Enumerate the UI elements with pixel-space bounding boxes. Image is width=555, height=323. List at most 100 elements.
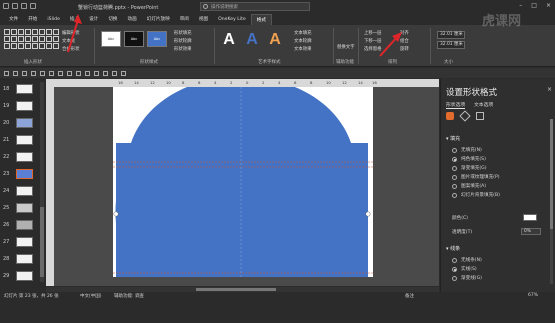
- thumbnail-20[interactable]: 20: [3, 117, 41, 130]
- close-icon[interactable]: ×: [546, 2, 551, 9]
- notes-button[interactable]: 备注: [405, 293, 414, 299]
- size-properties-icon[interactable]: [476, 112, 484, 120]
- shape-style-1[interactable]: Abc: [101, 31, 121, 47]
- tab-islide[interactable]: iSlide: [42, 14, 65, 25]
- thumbnail-21[interactable]: 21: [3, 134, 41, 147]
- tab-onekey[interactable]: OneKey Lite: [213, 14, 251, 25]
- fill-option-none[interactable]: 无填充(N): [452, 147, 482, 153]
- fill-option-gradient[interactable]: 渐变填充(G): [452, 165, 487, 171]
- slide-canvas[interactable]: [113, 87, 373, 277]
- language[interactable]: 中文(中国): [80, 293, 102, 299]
- selection-pane-button[interactable]: 选择窗格: [364, 46, 382, 52]
- tool-icon-14[interactable]: [121, 70, 126, 76]
- blue-union-shape[interactable]: [116, 87, 368, 277]
- line-section-header[interactable]: ▾ 线条: [446, 245, 460, 252]
- text-effects-button[interactable]: 文本效果: [294, 46, 312, 52]
- tool-icon-7[interactable]: [58, 70, 63, 76]
- tool-icon-6[interactable]: [49, 70, 54, 76]
- present-icon[interactable]: [30, 3, 36, 9]
- tab-transitions[interactable]: 切换: [103, 14, 122, 25]
- tab-review[interactable]: 审阅: [175, 14, 194, 25]
- tool-icon-10[interactable]: [85, 70, 90, 76]
- maximize-icon[interactable]: □: [531, 2, 537, 9]
- shapes-gallery[interactable]: [4, 29, 59, 49]
- thumbnail-18[interactable]: 18: [3, 83, 41, 96]
- scrollbar-thumb[interactable]: [40, 207, 44, 277]
- wordart-style-1[interactable]: A: [220, 30, 238, 50]
- fill-section-header[interactable]: ▾ 填充: [446, 135, 460, 142]
- thumbnail-26[interactable]: 26: [3, 219, 41, 232]
- tab-view[interactable]: 视图: [194, 14, 213, 25]
- rotate-button[interactable]: 旋转: [400, 46, 409, 52]
- line-option-none[interactable]: 无线条(N): [452, 257, 482, 263]
- tool-icon-3[interactable]: [22, 70, 27, 76]
- bring-forward-button[interactable]: 上移一层: [364, 30, 382, 36]
- thumbnail-23[interactable]: 23: [3, 168, 41, 181]
- shape-fill-button[interactable]: 形状填充: [174, 30, 192, 36]
- color-picker-button[interactable]: [523, 214, 537, 221]
- wordart-style-2[interactable]: A: [243, 30, 261, 50]
- tab-shape-options[interactable]: 形状选项: [446, 101, 466, 109]
- shape-effects-button[interactable]: 形状效果: [174, 46, 192, 52]
- tool-icon-13[interactable]: [112, 70, 117, 76]
- tool-icon-2[interactable]: [13, 70, 18, 76]
- scrollbar-thumb[interactable]: [196, 288, 276, 291]
- fill-option-slide-background[interactable]: 幻灯片背景填充(B): [452, 192, 500, 198]
- selection-handle-left[interactable]: [113, 211, 119, 217]
- tab-animations[interactable]: 动画: [123, 14, 142, 25]
- fill-option-solid[interactable]: 纯色填充(S): [452, 156, 486, 162]
- tab-home[interactable]: 开始: [23, 14, 42, 25]
- shape-outline-button[interactable]: 形状轮廓: [174, 38, 192, 44]
- scrollbar-thumb[interactable]: [550, 119, 553, 229]
- edit-shape-button[interactable]: 编辑形状: [62, 30, 80, 36]
- align-button[interactable]: 对齐: [400, 30, 409, 36]
- textbox-button[interactable]: 文本框: [62, 38, 75, 44]
- pane-scrollbar[interactable]: [550, 119, 553, 284]
- line-option-gradient[interactable]: 渐变线(G): [452, 275, 482, 281]
- tool-icon-8[interactable]: [67, 70, 72, 76]
- thumbnail-25[interactable]: 25: [3, 202, 41, 215]
- tool-icon-5[interactable]: [40, 70, 45, 76]
- thumbnail-28[interactable]: 28: [3, 253, 41, 266]
- zoom-level[interactable]: 67%: [528, 293, 538, 298]
- minimize-icon[interactable]: –: [519, 2, 522, 9]
- tab-design[interactable]: 设计: [84, 14, 103, 25]
- accessibility-status[interactable]: 辅助功能: 调查: [114, 293, 144, 299]
- tool-icon-1[interactable]: [4, 70, 9, 76]
- tab-format[interactable]: 格式: [250, 14, 272, 25]
- tool-icon-9[interactable]: [76, 70, 81, 76]
- tool-icon-4[interactable]: [31, 70, 36, 76]
- group-button[interactable]: 组合: [400, 38, 409, 44]
- fill-option-pattern[interactable]: 图案填充(A): [452, 183, 486, 189]
- alt-text-button[interactable]: 替换文字: [337, 44, 355, 50]
- thumbnail-22[interactable]: 22: [3, 151, 41, 164]
- undo-icon[interactable]: [12, 3, 18, 9]
- thumbnail-29[interactable]: 29: [3, 270, 41, 283]
- tab-file[interactable]: 文件: [4, 14, 23, 25]
- thumbnail-24[interactable]: 24: [3, 185, 41, 198]
- selection-handle-right[interactable]: [365, 211, 371, 217]
- tool-icon-12[interactable]: [103, 70, 108, 76]
- shape-style-2[interactable]: Abc: [124, 31, 144, 47]
- wordart-style-3[interactable]: A: [266, 30, 284, 50]
- width-field[interactable]: 32.01 厘米: [437, 41, 465, 49]
- shape-style-3[interactable]: Abc: [147, 31, 167, 47]
- thumbnail-19[interactable]: 19: [3, 100, 41, 113]
- send-backward-button[interactable]: 下移一层: [364, 38, 382, 44]
- line-option-solid[interactable]: 实线(S): [452, 266, 477, 272]
- effects-icon[interactable]: [459, 110, 471, 122]
- text-fill-button[interactable]: 文本填充: [294, 30, 312, 36]
- merge-shapes-button[interactable]: 合并形状: [62, 46, 80, 52]
- thumbnail-27[interactable]: 27: [3, 236, 41, 249]
- transparency-field[interactable]: 0%: [521, 228, 541, 235]
- tab-insert[interactable]: 插入: [65, 14, 84, 25]
- tool-icon-11[interactable]: [94, 70, 99, 76]
- save-icon[interactable]: [3, 3, 9, 9]
- close-icon[interactable]: ×: [547, 86, 552, 93]
- redo-icon[interactable]: [21, 3, 27, 9]
- text-outline-button[interactable]: 文本轮廓: [294, 38, 312, 44]
- height-field[interactable]: 32.01 厘米: [437, 31, 465, 39]
- fill-line-icon[interactable]: [446, 112, 454, 120]
- tab-slideshow[interactable]: 幻灯片放映: [142, 14, 175, 25]
- fill-option-picture[interactable]: 图片或纹理填充(P): [452, 174, 500, 180]
